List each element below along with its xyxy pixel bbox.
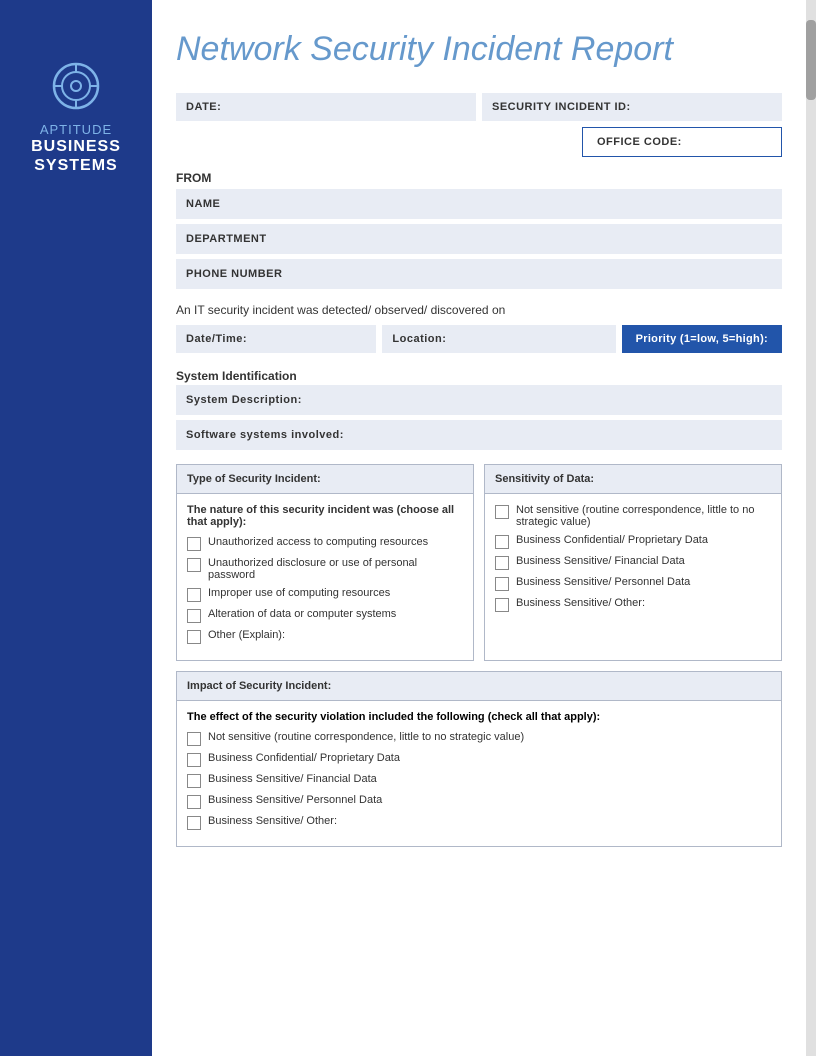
impact-checkbox-0[interactable]	[187, 732, 201, 746]
from-label: FROM	[176, 163, 782, 189]
checkbox-1[interactable]	[187, 558, 201, 572]
impact-header: Impact of Security Incident:	[177, 672, 781, 701]
checkbox-item-2: Improper use of computing resources	[187, 587, 463, 602]
impact-item-1: Business Confidential/ Proprietary Data	[187, 752, 771, 767]
sensitivity-body: Not sensitive (routine correspondence, l…	[485, 494, 781, 628]
checkbox-2[interactable]	[187, 588, 201, 602]
incident-detected-text: An IT security incident was detected/ ob…	[176, 303, 782, 317]
datetime-location-priority-row: Date/Time: Location: Priority (1=low, 5=…	[176, 325, 782, 353]
impact-item-3: Business Sensitive/ Personnel Data	[187, 794, 771, 809]
scrollbar-thumb[interactable]	[806, 20, 816, 100]
impact-item-4: Business Sensitive/ Other:	[187, 815, 771, 830]
target-icon	[50, 60, 102, 112]
checkbox-0[interactable]	[187, 537, 201, 551]
impact-checkbox-1[interactable]	[187, 753, 201, 767]
main-content: Network Security Incident Report DATE: S…	[152, 0, 806, 887]
sensitivity-checkbox-2[interactable]	[495, 556, 509, 570]
sensitivity-box: Sensitivity of Data: Not sensitive (rout…	[484, 464, 782, 661]
sidebar-title-top: APTITUDE	[40, 122, 112, 137]
sidebar: APTITUDE BUSINESS SYSTEMS	[0, 0, 152, 1056]
phone-field[interactable]: PHONE NUMBER	[176, 259, 782, 289]
checkbox-item-4: Other (Explain):	[187, 629, 463, 644]
sensitivity-item-3: Business Sensitive/ Personnel Data	[495, 576, 771, 591]
impact-body: The effect of the security violation inc…	[177, 701, 781, 846]
checkbox-item-0: Unauthorized access to computing resourc…	[187, 536, 463, 551]
impact-checkbox-4[interactable]	[187, 816, 201, 830]
security-incident-id-field[interactable]: SECURITY INCIDENT ID:	[482, 93, 782, 121]
checkbox-item-3: Alteration of data or computer systems	[187, 608, 463, 623]
impact-checkbox-2[interactable]	[187, 774, 201, 788]
sensitivity-checkbox-1[interactable]	[495, 535, 509, 549]
incident-type-box: Type of Security Incident: The nature of…	[176, 464, 474, 661]
system-description-field[interactable]: System Description:	[176, 385, 782, 415]
location-field[interactable]: Location:	[382, 325, 615, 353]
date-incident-row: DATE: SECURITY INCIDENT ID:	[176, 93, 782, 121]
sensitivity-checkbox-0[interactable]	[495, 505, 509, 519]
sidebar-title-main: BUSINESS SYSTEMS	[31, 137, 121, 175]
sensitivity-item-4: Business Sensitive/ Other:	[495, 597, 771, 612]
report-title: Network Security Incident Report	[176, 30, 782, 69]
name-field[interactable]: NAME	[176, 189, 782, 219]
sensitivity-checkbox-3[interactable]	[495, 577, 509, 591]
department-field[interactable]: DEPARTMENT	[176, 224, 782, 254]
incident-sensitivity-columns: Type of Security Incident: The nature of…	[176, 464, 782, 661]
impact-section: Impact of Security Incident: The effect …	[176, 671, 782, 847]
nature-text: The nature of this security incident was…	[187, 504, 463, 528]
priority-button[interactable]: Priority (1=low, 5=high):	[622, 325, 782, 353]
system-identification-label: System Identification	[176, 361, 782, 385]
scrollbar[interactable]	[806, 0, 816, 1056]
office-code-field[interactable]: OFFICE CODE:	[582, 127, 782, 157]
sensitivity-item-1: Business Confidential/ Proprietary Data	[495, 534, 771, 549]
incident-type-header: Type of Security Incident:	[177, 465, 473, 494]
office-code-row: OFFICE CODE:	[176, 127, 782, 157]
incident-type-body: The nature of this security incident was…	[177, 494, 473, 660]
software-systems-field[interactable]: Software systems involved:	[176, 420, 782, 450]
checkbox-4[interactable]	[187, 630, 201, 644]
sensitivity-checkbox-4[interactable]	[495, 598, 509, 612]
impact-checkbox-3[interactable]	[187, 795, 201, 809]
sensitivity-header: Sensitivity of Data:	[485, 465, 781, 494]
impact-item-2: Business Sensitive/ Financial Data	[187, 773, 771, 788]
sensitivity-item-0: Not sensitive (routine correspondence, l…	[495, 504, 771, 528]
checkbox-item-1: Unauthorized disclosure or use of person…	[187, 557, 463, 581]
date-field[interactable]: DATE:	[176, 93, 476, 121]
checkbox-3[interactable]	[187, 609, 201, 623]
form-section: DATE: SECURITY INCIDENT ID: OFFICE CODE:…	[176, 93, 782, 847]
datetime-field[interactable]: Date/Time:	[176, 325, 376, 353]
effect-text: The effect of the security violation inc…	[187, 711, 771, 723]
impact-item-0: Not sensitive (routine correspondence, l…	[187, 731, 771, 746]
sensitivity-item-2: Business Sensitive/ Financial Data	[495, 555, 771, 570]
